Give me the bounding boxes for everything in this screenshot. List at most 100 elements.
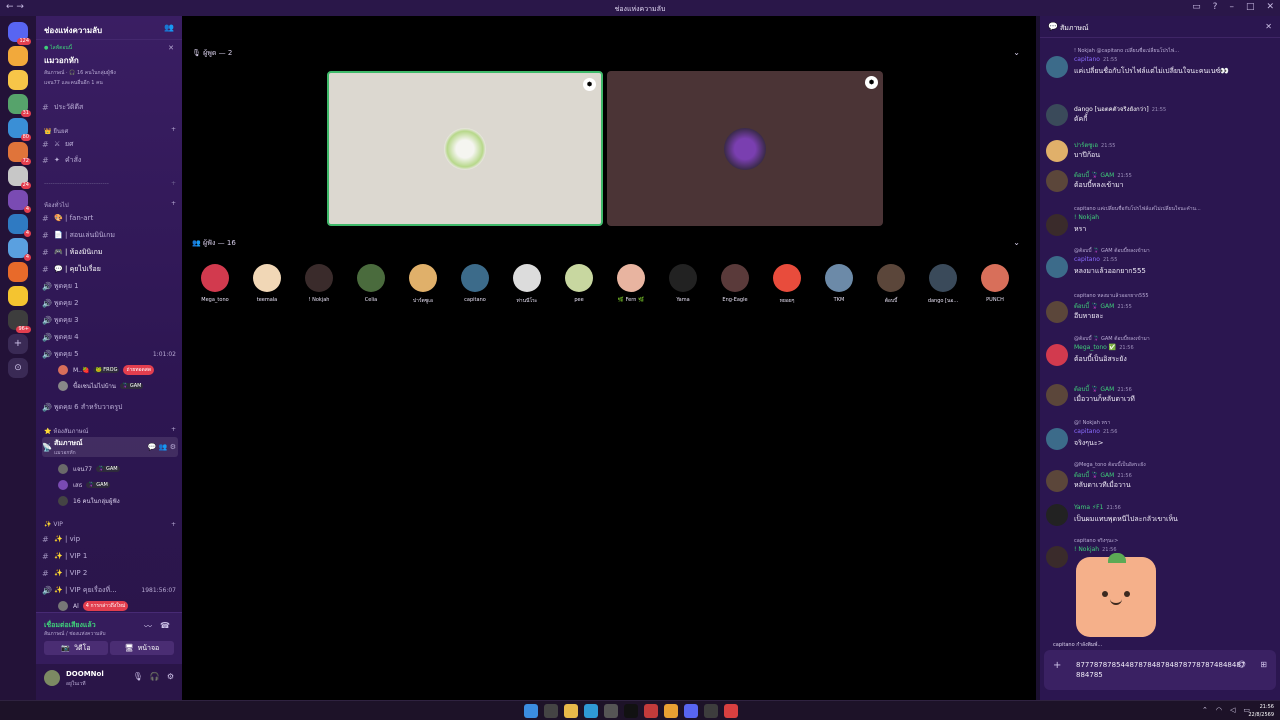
app-icon[interactable] <box>644 704 658 718</box>
speaker-tile[interactable]: ⬢ <box>607 71 883 226</box>
channel-vip[interactable]: # ✨ | vip <box>42 532 178 546</box>
voice-user[interactable]: M..🍓 🐸 FROG ถ่ายทอดสด <box>58 363 178 377</box>
avatar[interactable] <box>1046 140 1068 162</box>
volume-icon[interactable]: ◁ <box>1230 706 1235 714</box>
channel-vip-1[interactable]: # ✨ | VIP 1 <box>42 549 178 563</box>
start-icon[interactable] <box>524 704 538 718</box>
voice-channel-4[interactable]: 🔊 พูดคุย 4 <box>42 330 178 344</box>
audience-member[interactable]: ท่านนีโระ <box>508 264 546 305</box>
channel-vip-talk[interactable]: 🔊 ✨ | VIP คุยเรื่องที่... 1981:56:07 <box>42 583 178 597</box>
channel-minigame[interactable]: # 🎮 | ห้องมินิเกม <box>42 245 178 259</box>
add-channel-icon[interactable]: + <box>171 200 176 207</box>
reply-preview[interactable]: @ต้อบบี้ 🦹 GAM ต้อบบี้หลงเข้ามา <box>1074 335 1150 343</box>
audience-member[interactable]: Mega_tono <box>196 264 234 303</box>
channel-chat[interactable]: # 💬 | คุยไปเรื่อย <box>42 262 178 276</box>
avatar[interactable] <box>1046 301 1068 323</box>
avatar[interactable] <box>1046 256 1068 278</box>
channel-vip-2[interactable]: # ✨ | VIP 2 <box>42 566 178 580</box>
channel-fan-art[interactable]: # 🎨 | fan-art <box>42 211 178 225</box>
message-author[interactable]: ต้อบบี้ 🦹 GAM <box>1074 386 1114 393</box>
username[interactable]: DOOMNol <box>66 670 104 678</box>
reply-preview[interactable]: capitano จริงๆนะ> <box>1074 537 1118 545</box>
file-explorer-icon[interactable] <box>564 704 578 718</box>
server-icon[interactable]: 96+ <box>8 310 31 333</box>
avatar[interactable] <box>1046 384 1068 406</box>
avatar[interactable] <box>1046 104 1068 126</box>
voice-channel-6[interactable]: 🔊 พูดคุย 6 สำหรับวาดรูป <box>42 400 178 414</box>
server-icon[interactable]: 4 <box>8 214 31 237</box>
microphone-icon[interactable]: 🎙 <box>133 672 143 681</box>
server-icon[interactable]: 31 <box>8 94 31 117</box>
voice-channel-1[interactable]: 🔊 พูดคุย 1 <box>42 279 178 293</box>
message-author[interactable]: capitano <box>1074 56 1100 63</box>
audience-member[interactable]: ปาร์ตซูเอ <box>404 264 442 305</box>
audience-member[interactable]: Celia <box>352 264 390 303</box>
reply-preview[interactable]: ! Nokjah @capitano เปลี่ยนชื่อเปลี่ยนโปร… <box>1074 47 1179 55</box>
avatar[interactable] <box>1046 546 1068 568</box>
minimize-button[interactable]: – <box>1229 2 1234 12</box>
message-author[interactable]: ต้อบบี้ 🦹 GAM <box>1074 472 1114 479</box>
video-button[interactable]: 📷 วิดีโอ <box>44 641 108 655</box>
emoji-icon[interactable]: ☺ <box>1238 660 1246 669</box>
audience-member[interactable]: dango [นอ... <box>924 264 962 305</box>
channel-minigame-guide[interactable]: # 📄 | สอนเล่นมินิเกม <box>42 228 178 242</box>
server-icon[interactable]: 80 <box>8 118 31 141</box>
pin-icon[interactable]: ⬢ <box>865 76 878 89</box>
system-clock[interactable]: 21:56 22/8/2569 <box>1248 703 1274 719</box>
inbox-icon[interactable]: ▭ <box>1192 2 1201 12</box>
edge-icon[interactable] <box>584 704 598 718</box>
message-author[interactable]: ปาร์ตซูเอ <box>1074 142 1098 149</box>
message-input[interactable]: + 87778787854487878487848787787874848487… <box>1044 650 1276 690</box>
message-author[interactable]: capitano <box>1074 256 1100 263</box>
disconnect-icon[interactable]: ☎ <box>160 621 170 630</box>
tray-arrow-icon[interactable]: ⌃ <box>1202 706 1208 714</box>
headphones-icon[interactable]: 🎧 <box>150 672 160 681</box>
screen-share-button[interactable]: 🖥 หน้าจอ <box>110 641 174 655</box>
avatar[interactable] <box>44 670 60 686</box>
voice-channel-3[interactable]: 🔊 พูดคุย 3 <box>42 313 178 327</box>
maximize-button[interactable]: □ <box>1246 2 1255 12</box>
app-icon[interactable] <box>724 704 738 718</box>
reply-preview[interactable]: capitano หลงมาแล้วออกยาก555 <box>1074 292 1149 300</box>
server-icon[interactable]: 4 <box>8 190 31 213</box>
connection-location[interactable]: สัมภาษณ์ / ช่องแห่งความลับ <box>44 630 106 638</box>
add-server-icon[interactable]: + <box>8 334 28 354</box>
app-icon[interactable] <box>704 704 718 718</box>
avatar[interactable] <box>1046 428 1068 450</box>
speaker-tile[interactable]: ⬢ <box>327 71 603 226</box>
channel-rank[interactable]: # ⚔ ยศ <box>42 137 178 151</box>
message-author[interactable]: ! Nokjah <box>1074 214 1099 221</box>
category-vip[interactable]: ✨ VIP + <box>44 521 176 528</box>
chevron-down-icon[interactable]: ⌄ <box>1013 238 1020 247</box>
avatar[interactable] <box>1046 170 1068 192</box>
server-icon[interactable] <box>8 286 28 306</box>
audience-member[interactable]: ต้อบบี้ <box>872 264 910 305</box>
add-attachment-icon[interactable]: + <box>1053 660 1061 671</box>
message-author[interactable]: Yama ⚡F1 <box>1074 504 1103 511</box>
audience-member[interactable]: teemala <box>248 264 286 303</box>
apps-icon[interactable]: ⊞ <box>1260 660 1267 669</box>
message-author[interactable]: dango [นอตคตัวจริงยังกว่า] <box>1074 106 1149 113</box>
server-icon[interactable] <box>8 46 28 66</box>
server-icon[interactable]: 72 <box>8 142 31 165</box>
server-icon[interactable] <box>8 262 28 282</box>
stage-audience-count[interactable]: 16 คนในกลุ่มผู้ฟัง <box>58 494 178 508</box>
voice-user[interactable]: ขี้อเซนไม่ไปบ้าน 🦹 GAM <box>58 379 178 393</box>
audience-member[interactable]: capitano <box>456 264 494 303</box>
stage-user[interactable]: เสธ 🦹 GAM <box>58 478 178 492</box>
new-mentions-badge[interactable]: 4 การกล่าวถึงใหม่ <box>82 601 129 611</box>
avatar[interactable] <box>1046 470 1068 492</box>
chevron-down-icon[interactable]: ⌄ <box>1013 48 1020 57</box>
channel-commands[interactable]: # ✦ คำสั่ง <box>42 153 178 167</box>
audience-member[interactable]: Eng-Eagle <box>716 264 754 303</box>
discover-icon[interactable]: ⊙ <box>8 358 28 378</box>
avatar[interactable] <box>1046 344 1068 366</box>
stage-actions-icon[interactable]: 💬 👥 ⚙ <box>148 443 176 451</box>
close-button[interactable]: ✕ <box>1266 2 1274 12</box>
voice-channel-5[interactable]: 🔊 พูดคุย 5 1:01:02 <box>42 347 178 361</box>
message-author[interactable]: Mega_tono ✅ <box>1074 344 1116 351</box>
audience-member[interactable]: Yama <box>664 264 702 303</box>
server-header[interactable]: ช่องแห่งความลับ 👥 <box>36 16 182 40</box>
tiktok-icon[interactable] <box>624 704 638 718</box>
reply-preview[interactable]: @Mega_tono ต้อบบี้เป็นอิสระยัง <box>1074 461 1146 469</box>
